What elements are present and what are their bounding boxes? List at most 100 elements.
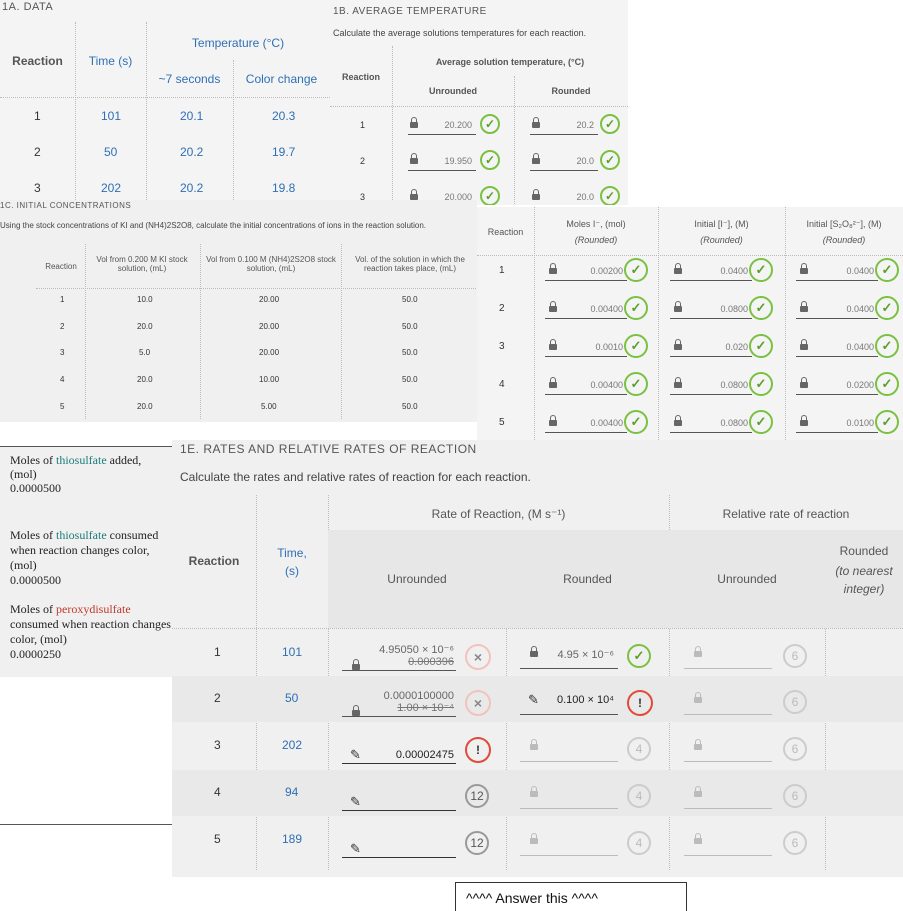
col-header-persulfate-volume: Vol from 0.100 M (NH4)2S2O8 stock soluti…: [206, 255, 336, 273]
lock-icon: [532, 189, 540, 200]
check-icon: ✓: [624, 296, 648, 320]
lock-icon: [694, 646, 702, 657]
rounded-field: 20.2: [530, 116, 598, 135]
warning-icon: !: [627, 690, 653, 716]
rates-panel: 1E. RATES AND RELATIVE RATES OF REACTION…: [172, 440, 903, 877]
pencil-icon: ✎: [350, 794, 361, 809]
col-header-reaction: Reaction: [45, 262, 77, 271]
initial-persulfate-field: 0.0400: [796, 338, 878, 357]
rate-rounded-input[interactable]: ✎ 0.100 × 10⁴: [520, 686, 618, 715]
check-icon: ✓: [627, 644, 651, 668]
col-header-relative-unrounded: Unrounded: [717, 572, 777, 586]
check-icon: ✓: [875, 258, 899, 282]
section-title-1e: 1E. RATES AND RELATIVE RATES OF REACTION: [180, 442, 477, 456]
relative-unrounded-input: [684, 733, 772, 762]
attempts-remaining-badge: 6: [783, 831, 807, 855]
initial-persulfate-field: 0.0200: [796, 376, 878, 395]
initial-persulfate-field: 0.0400: [796, 300, 878, 319]
relative-unrounded-input: [684, 686, 772, 715]
lock-icon: [530, 739, 538, 750]
lock-icon: [674, 339, 682, 350]
attempts-remaining-badge: 6: [783, 737, 807, 761]
lock-icon: [800, 339, 808, 350]
col-header-initial-iodide: Initial [I⁻], (M): [694, 219, 749, 229]
col-header-temperature: Temperature (°C): [191, 36, 285, 50]
initial-iodide-field: 0.0400: [670, 262, 752, 281]
lock-icon: [674, 263, 682, 274]
col-header-rounded: Rounded: [551, 86, 591, 96]
lock-icon: [530, 646, 538, 657]
check-icon: ✓: [749, 410, 773, 434]
col-header-rounded: Rounded: [563, 572, 612, 586]
answer-box: ^^^^ Answer this ^^^^: [455, 882, 687, 911]
col-header-average-temp: Average solution temperature, (°C): [435, 57, 585, 67]
col-header-moles-iodide: Moles I⁻, (mol): [566, 219, 626, 229]
table-row: 4 94 ✎ 12 4 6: [172, 770, 903, 816]
check-icon: ✓: [749, 258, 773, 282]
unrounded-field: 20.200: [408, 116, 476, 135]
lock-icon: [800, 301, 808, 312]
warning-icon: !: [465, 737, 491, 763]
attempts-remaining-badge: 12: [465, 784, 489, 808]
lock-icon: [532, 117, 540, 128]
col-header-initial-persulfate: Initial [S₂O₈²⁻], (M): [806, 219, 882, 229]
incorrect-icon: ×: [465, 690, 491, 716]
table-row: 4 0.00400 ✓ 0.0800 ✓ 0.0200 ✓: [477, 372, 903, 402]
data-panel: 1A. DATA Reaction Time (s) Temperature (…: [0, 0, 330, 205]
rate-unrounded-input[interactable]: ✎ 0.00002475: [342, 727, 456, 764]
check-icon: ✓: [480, 150, 500, 170]
rate-unrounded-input[interactable]: ✎: [342, 821, 456, 858]
col-header-rate: Rate of Reaction, (M s⁻¹): [431, 507, 566, 521]
average-temperature-panel: 1B. AVERAGE TEMPERATURE Calculate the av…: [330, 0, 628, 205]
instruction-1c: Using the stock concentrations of KI and…: [0, 221, 427, 230]
note-thiosulfate-consumed: Moles of thiosulfate consumed when react…: [10, 528, 159, 587]
table-row: 2 50 0.0000100000 1.00 × 10⁻⁴ × ✎ 0.100 × 10⁴!…: [172, 676, 903, 722]
rate-unrounded-input[interactable]: ✎: [342, 774, 456, 811]
check-icon: ✓: [600, 114, 620, 134]
attempts-remaining-badge: 6: [783, 644, 807, 668]
lock-icon: [800, 377, 808, 388]
instruction-1b: Calculate the average solutions temperat…: [333, 28, 587, 38]
incorrect-icon: ×: [465, 644, 491, 670]
moles-iodide-field: 0.00400: [545, 414, 627, 433]
col-header-time: Time, (s): [277, 546, 307, 578]
lock-icon: [674, 301, 682, 312]
section-title-1c: 1C. INITIAL CONCENTRATIONS: [0, 201, 132, 210]
table-row: 3 202 ✎ 0.00002475! 4 6: [172, 723, 903, 769]
rate-rounded-input: [520, 733, 618, 762]
check-icon: ✓: [480, 114, 500, 134]
col-header-unrounded: Unrounded: [387, 572, 447, 586]
relative-unrounded-input: [684, 780, 772, 809]
col-header-relative-rounded: Rounded: [839, 544, 889, 558]
check-icon: ✓: [624, 372, 648, 396]
check-icon: ✓: [624, 258, 648, 282]
col-header-unrounded: Unrounded: [429, 86, 477, 96]
lock-icon: [410, 117, 418, 128]
note-thiosulfate-added: Moles of thiosulfate added, (mol) 0.00005…: [10, 453, 142, 495]
initial-iodide-field: 0.0800: [670, 376, 752, 395]
table-row: 1 101 4.95050 × 10⁻⁶ 0.000396 × 4.95 × 10⁻⁶ ✓ 6: [172, 630, 903, 676]
lock-icon: [674, 377, 682, 388]
table-row: 3 0.0010 ✓ 0.020 ✓ 0.0400 ✓: [477, 334, 903, 364]
col-header-reaction: Reaction: [188, 554, 240, 568]
relative-unrounded-input: [684, 640, 772, 669]
rate-rounded-input: [520, 780, 618, 809]
rate-rounded-input: [520, 827, 618, 856]
section-title-1b: 1B. AVERAGE TEMPERATURE: [333, 6, 487, 17]
attempts-remaining-badge: 4: [627, 831, 651, 855]
lock-icon: [549, 301, 557, 312]
lock-icon: [800, 415, 808, 426]
col-header-ki-volume: Vol from 0.200 M KI stock solution, (mL): [96, 255, 188, 273]
initial-persulfate-field: 0.0100: [796, 414, 878, 433]
col-header-seven-seconds: ~7 seconds: [158, 72, 221, 86]
lock-icon: [530, 833, 538, 844]
attempts-remaining-badge: 4: [627, 737, 651, 761]
lock-icon: [549, 415, 557, 426]
instruction-1e: Calculate the rates and relative rates o…: [180, 470, 531, 484]
initial-iodide-field: 0.0800: [670, 300, 752, 319]
lock-icon: [352, 705, 360, 716]
col-header-reaction: Reaction: [487, 227, 524, 237]
lock-icon: [674, 415, 682, 426]
table-row: 5 189 ✎ 12 4 6: [172, 817, 903, 863]
lock-icon: [694, 739, 702, 750]
